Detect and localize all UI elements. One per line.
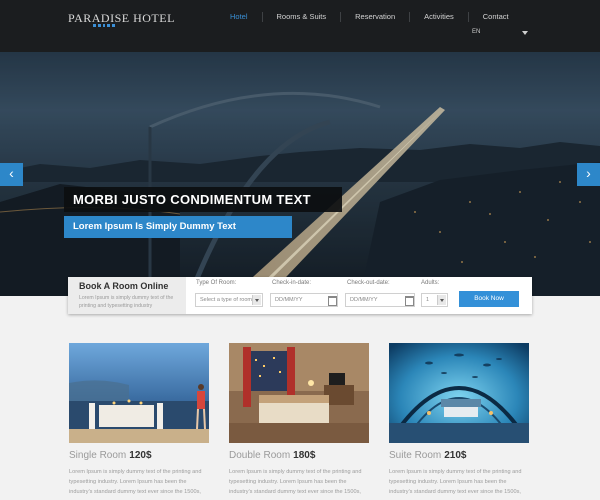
nav-item-contact[interactable]: Contact xyxy=(469,12,523,22)
nav-item-rooms-suits[interactable]: Rooms & Suits xyxy=(263,12,342,22)
booking-title: Book A Room Online xyxy=(79,281,169,291)
language-select[interactable]: EN xyxy=(472,29,528,39)
slider-next-button[interactable]: › xyxy=(577,163,600,186)
book-now-button[interactable]: Book Now xyxy=(459,291,519,307)
chevron-down-icon xyxy=(522,31,528,35)
room-type-select[interactable]: Select a type of room xyxy=(195,293,263,307)
hotel-logo[interactable]: PARADISE HOTEL xyxy=(68,11,175,26)
nav-item-activities[interactable]: Activities xyxy=(410,12,469,22)
booking-form: Book A Room Online Lorem Ipsum is simply… xyxy=(68,277,532,314)
double-room-image[interactable] xyxy=(229,343,369,443)
hero-title: MORBI JUSTO CONDIMENTUM TEXT xyxy=(64,187,342,212)
room-description: Lorem Ipsum is simply dummy text of the … xyxy=(229,469,362,495)
checkout-date-input[interactable]: DD/MM/YY xyxy=(345,293,415,307)
adults-select[interactable]: 1 xyxy=(421,293,448,307)
logo-stars xyxy=(93,24,115,27)
chevron-down-icon xyxy=(437,295,446,305)
checkin-label: Check-in-date: xyxy=(272,280,312,286)
nav-item-hotel[interactable]: Hotel xyxy=(216,12,263,22)
booking-description: Lorem Ipsum is simply dummy text of the … xyxy=(79,295,174,309)
main-nav: Hotel Rooms & Suits Reservation Activiti… xyxy=(216,8,523,26)
hero-bridge-image xyxy=(0,52,600,296)
room-price: 180$ xyxy=(293,450,316,461)
hero-subtitle: Lorem Ipsum Is Simply Dummy Text xyxy=(64,216,292,238)
chevron-left-icon: ‹ xyxy=(9,165,14,181)
suite-room-photo xyxy=(389,343,529,443)
nav-item-reservation[interactable]: Reservation xyxy=(341,12,411,22)
adults-label: Adults: xyxy=(421,280,440,286)
single-room-photo xyxy=(69,343,209,443)
room-title: Suite Room 210$ xyxy=(389,450,529,463)
chevron-right-icon: › xyxy=(586,165,591,181)
room-card-suite: Suite Room 210$ Lorem Ipsum is simply dum… xyxy=(389,343,529,497)
single-room-image[interactable] xyxy=(69,343,209,443)
room-description: Lorem Ipsum is simply dummy text of the … xyxy=(389,469,522,495)
room-name: Double Room xyxy=(229,450,291,461)
hero-slider: MORBI JUSTO CONDIMENTUM TEXT Lorem Ipsum… xyxy=(0,52,600,296)
calendar-icon[interactable] xyxy=(327,295,337,306)
room-price: 210$ xyxy=(444,450,467,461)
room-title: Single Room 120$ xyxy=(69,450,209,463)
checkin-placeholder: DD/MM/YY xyxy=(275,297,303,303)
room-name: Single Room xyxy=(69,450,127,461)
suite-room-image[interactable] xyxy=(389,343,529,443)
language-value: EN xyxy=(472,29,481,35)
booking-header: Book A Room Online Lorem Ipsum is simply… xyxy=(68,277,186,314)
site-header: PARADISE HOTEL Hotel Rooms & Suits Reser… xyxy=(0,0,600,52)
adults-value: 1 xyxy=(426,297,430,303)
checkin-date-input[interactable]: DD/MM/YY xyxy=(270,293,338,307)
room-title: Double Room 180$ xyxy=(229,450,369,463)
room-card-double: Double Room 180$ Lorem Ipsum is simply du… xyxy=(229,343,369,497)
room-type-placeholder: Select a type of room xyxy=(200,297,252,303)
room-price: 120$ xyxy=(129,450,152,461)
calendar-icon[interactable] xyxy=(404,295,414,306)
room-card-single: Single Room 120$ Lorem Ipsum is simply du… xyxy=(69,343,209,497)
double-room-photo xyxy=(229,343,369,443)
room-description: Lorem Ipsum is simply dummy text of the … xyxy=(69,469,202,495)
slider-prev-button[interactable]: ‹ xyxy=(0,163,23,186)
checkout-placeholder: DD/MM/YY xyxy=(350,297,378,303)
room-type-label: Type Of Room: xyxy=(196,280,237,286)
room-name: Suite Room xyxy=(389,450,442,461)
checkout-label: Check-out-date: xyxy=(347,280,390,286)
chevron-down-icon xyxy=(252,295,261,305)
